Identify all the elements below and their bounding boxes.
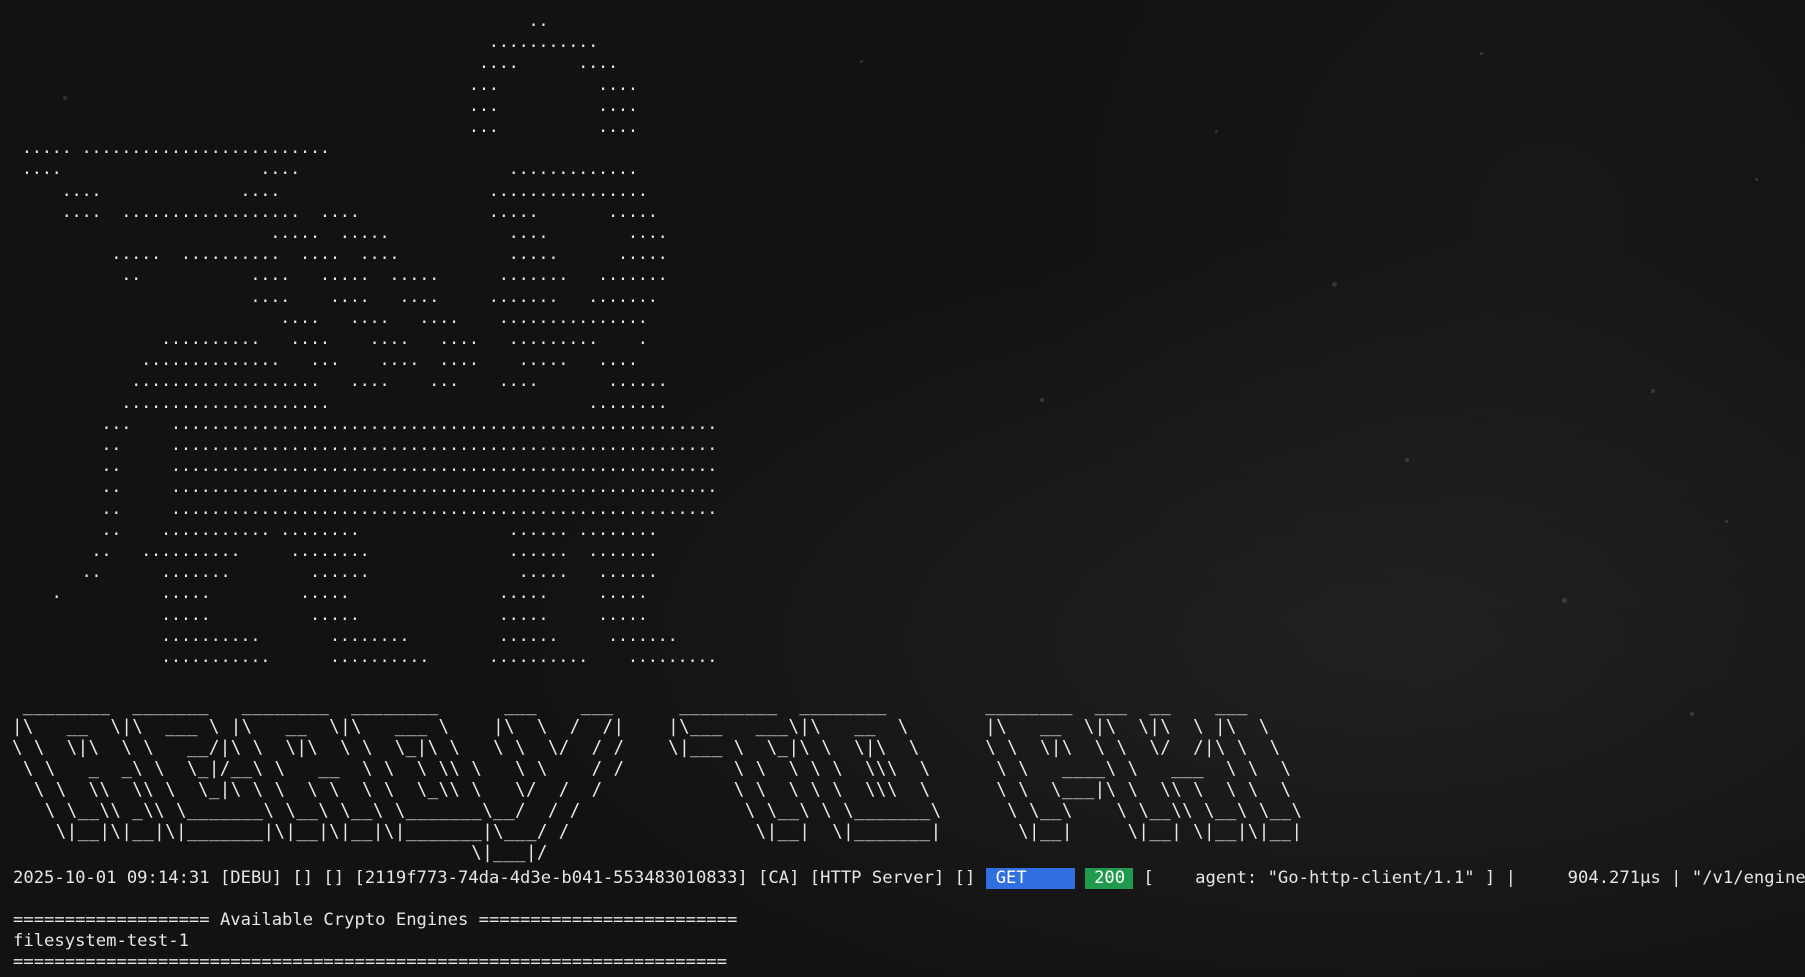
terminal-window[interactable]: .. ........... .... .... ... .... ... ..… <box>0 0 1805 977</box>
engines-section-footer: ========================================… <box>13 952 727 972</box>
log-line: 2025-10-01 09:14:31 [DEBU] [] [] [2119f7… <box>13 868 1805 889</box>
ascii-art-logo: .. ........... .... .... ... .... ... ..… <box>22 11 718 667</box>
ascii-banner-title: ________ _______ ________ ________ ___ _… <box>12 696 1303 863</box>
engines-section-header: =================== Available Crypto Eng… <box>13 910 738 930</box>
http-method-badge: GET <box>985 868 1075 889</box>
log-suffix: [ agent: "Go-http-client/1.1" ] | 904.27… <box>1133 868 1805 888</box>
engine-list-item: filesystem-test-1 <box>13 931 189 951</box>
http-status-badge: 200 <box>1085 868 1134 889</box>
log-prefix: 2025-10-01 09:14:31 [DEBU] [] [] [2119f7… <box>13 868 986 888</box>
